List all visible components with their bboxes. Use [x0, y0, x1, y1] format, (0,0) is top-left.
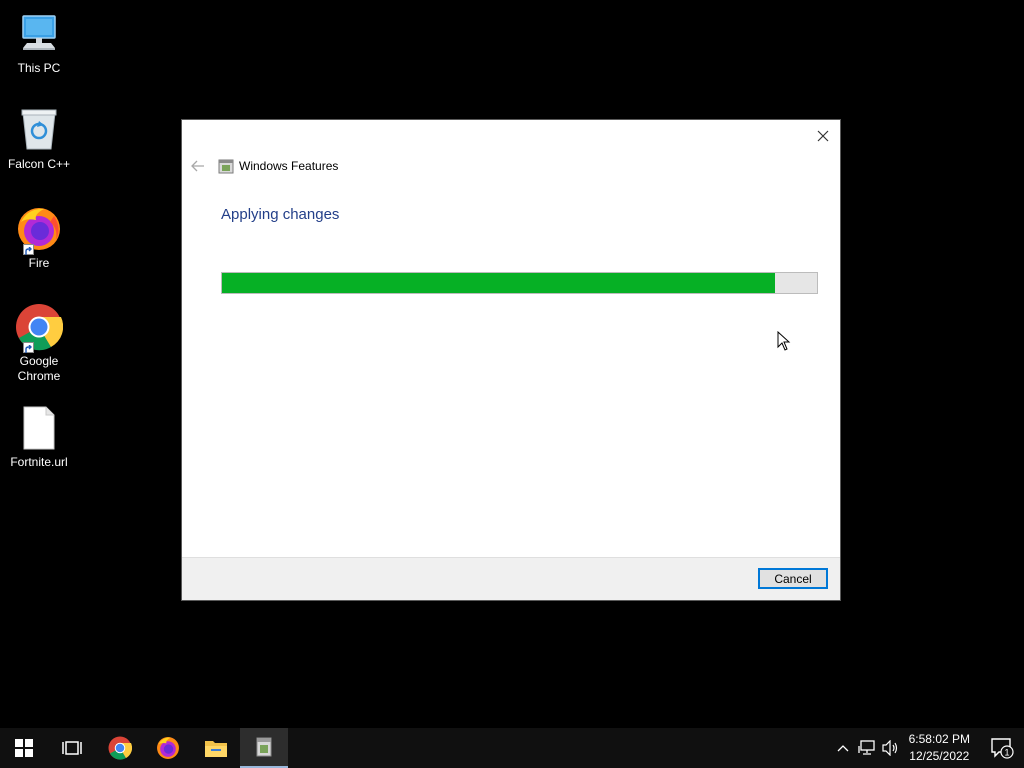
desktop: This PC Falcon C++ Fire Google Chrome Fo… — [0, 0, 1024, 768]
windows-features-dialog: Windows Features Applying changes Cancel — [182, 120, 840, 600]
desktop-icon-this-pc[interactable]: This PC — [4, 10, 74, 76]
file-explorer-icon — [205, 741, 227, 757]
show-hidden-icons-button[interactable] — [831, 728, 855, 768]
network-icon — [857, 740, 875, 755]
taskbar-windows-features[interactable] — [240, 728, 288, 768]
chrome-icon — [108, 736, 132, 760]
close-icon — [817, 130, 829, 142]
clock-time: 6:58:02 PM — [908, 732, 970, 746]
back-arrow-icon — [191, 160, 204, 172]
speaker-icon — [882, 740, 897, 756]
system-tray: 6:58:02 PM 12/25/2022 1 — [831, 728, 1024, 768]
status-heading: Applying changes — [221, 206, 340, 223]
clock[interactable]: 6:58:02 PM 12/25/2022 — [909, 731, 970, 765]
windows-features-icon — [256, 737, 272, 757]
taskbar-file-explorer[interactable] — [192, 728, 240, 768]
windows-features-icon — [218, 159, 234, 174]
progress-bar — [221, 272, 818, 294]
desktop-icon-label: This PC — [17, 61, 61, 75]
desktop-icon-fortnite-url[interactable]: Fortnite.url — [4, 404, 74, 470]
network-button[interactable] — [855, 728, 879, 768]
recycle-bin-icon — [15, 106, 63, 154]
start-button[interactable] — [0, 728, 48, 768]
desktop-icon-label: Falcon C++ — [7, 157, 71, 171]
desktop-icon-label: Fire — [28, 256, 50, 270]
chevron-up-icon — [837, 745, 849, 752]
desktop-icon-google-chrome[interactable]: Google Chrome — [4, 303, 74, 384]
file-icon — [15, 404, 63, 452]
close-button[interactable] — [812, 125, 834, 147]
windows-start-icon — [15, 739, 33, 757]
task-view-button[interactable] — [48, 728, 96, 768]
task-view-icon — [62, 741, 82, 755]
desktop-icon-fire[interactable]: Fire — [4, 205, 74, 271]
clock-date: 12/25/2022 — [909, 749, 970, 763]
shortcut-arrow-icon — [23, 342, 34, 353]
dialog-header: Windows Features — [190, 156, 338, 176]
mouse-cursor-icon — [777, 331, 791, 351]
taskbar-chrome[interactable] — [96, 728, 144, 768]
back-button[interactable] — [190, 158, 206, 174]
volume-button[interactable] — [879, 728, 903, 768]
dialog-footer: Cancel — [182, 557, 840, 600]
shortcut-arrow-icon — [23, 244, 34, 255]
progress-bar-fill — [222, 273, 776, 293]
this-pc-icon — [15, 10, 63, 58]
action-center-button[interactable]: 1 — [980, 728, 1024, 768]
firefox-icon — [15, 205, 63, 255]
desktop-icon-label: Fortnite.url — [10, 455, 68, 469]
firefox-icon — [157, 737, 179, 759]
cancel-button[interactable]: Cancel — [758, 568, 828, 589]
desktop-icon-label: Google Chrome — [17, 354, 61, 383]
dialog-title: Windows Features — [239, 159, 339, 173]
taskbar-firefox[interactable] — [144, 728, 192, 768]
chrome-icon — [15, 303, 63, 353]
notification-count: 1 — [1004, 748, 1009, 758]
notification-icon: 1 — [991, 738, 1014, 759]
taskbar: 6:58:02 PM 12/25/2022 1 — [0, 728, 1024, 768]
desktop-icon-recycle-bin[interactable]: Falcon C++ — [4, 106, 74, 172]
